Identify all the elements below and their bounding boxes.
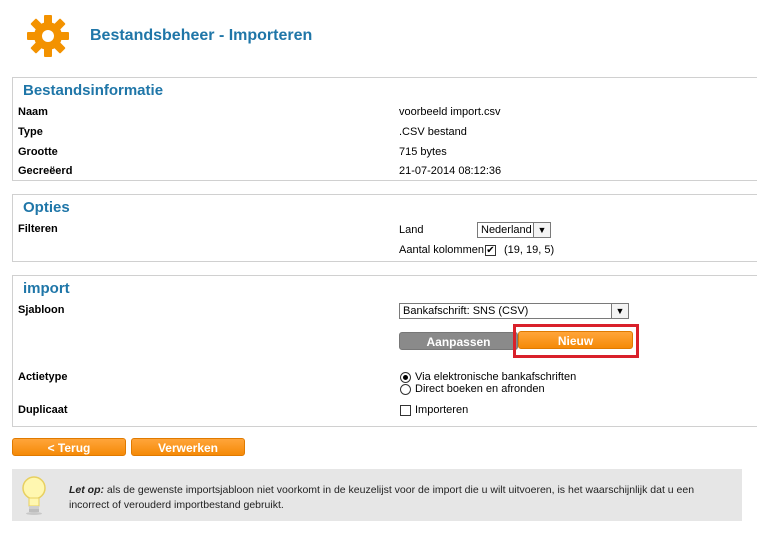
back-button[interactable]: < Terug	[12, 438, 126, 456]
file-info-heading: Bestandsinformatie	[23, 82, 164, 99]
size-value: 715 bytes	[399, 146, 447, 158]
type-value: .CSV bestand	[399, 126, 467, 138]
page-title: Bestandsbeheer - Importeren	[90, 27, 313, 44]
process-button[interactable]: Verwerken	[131, 438, 245, 456]
columns-value: (19, 19, 5)	[504, 244, 555, 256]
name-value: voorbeeld import.csv	[399, 106, 501, 118]
import-heading: import	[23, 280, 70, 297]
tip-prefix: Let op:	[69, 484, 104, 496]
template-select[interactable]: Bankafschrift: SNS (CSV) ▼	[399, 303, 629, 319]
filter-label: Filteren	[18, 223, 58, 235]
columns-checkbox[interactable]: ✔	[485, 245, 496, 256]
action-type-label: Actietype	[18, 371, 68, 383]
lightbulb-icon	[21, 475, 47, 515]
tip-body: als de gewenste importsjabloon niet voor…	[69, 484, 695, 511]
action-radio-electronic[interactable]	[400, 372, 411, 383]
duplicate-label: Duplicaat	[18, 404, 68, 416]
action-option-direct: Direct boeken en afronden	[415, 383, 545, 395]
template-select-value: Bankafschrift: SNS (CSV)	[403, 305, 529, 317]
land-label: Land	[399, 224, 424, 236]
tip-text: Let op: als de gewenste importsjabloon n…	[69, 483, 734, 513]
size-label: Grootte	[18, 146, 58, 158]
options-section: Opties Filteren Land Nederland ▼ Aantal …	[12, 194, 757, 262]
options-heading: Opties	[23, 199, 70, 216]
chevron-down-icon[interactable]: ▼	[611, 304, 628, 318]
tip-box: Let op: als de gewenste importsjabloon n…	[12, 469, 742, 521]
file-info-section: Bestandsinformatie Naam voorbeeld import…	[12, 77, 757, 181]
import-section: import Sjabloon Bankafschrift: SNS (CSV)…	[12, 275, 757, 427]
created-label: Gecreëerd	[18, 165, 73, 177]
columns-label: Aantal kolommen	[399, 244, 484, 256]
action-option-electronic: Via elektronische bankafschriften	[415, 371, 577, 383]
land-select-value: Nederland	[481, 224, 532, 236]
type-label: Type	[18, 126, 43, 138]
template-label: Sjabloon	[18, 304, 65, 316]
name-label: Naam	[18, 106, 48, 118]
duplicate-checkbox[interactable]	[400, 405, 411, 416]
land-select[interactable]: Nederland ▼	[477, 222, 551, 238]
chevron-down-icon[interactable]: ▼	[533, 223, 550, 237]
edit-template-button[interactable]: Aanpassen	[399, 332, 518, 350]
created-value: 21-07-2014 08:12:36	[399, 165, 502, 177]
gear-icon	[26, 14, 70, 58]
new-template-button[interactable]: Nieuw	[518, 331, 633, 349]
duplicate-option: Importeren	[415, 404, 469, 416]
action-radio-direct[interactable]	[400, 384, 411, 395]
